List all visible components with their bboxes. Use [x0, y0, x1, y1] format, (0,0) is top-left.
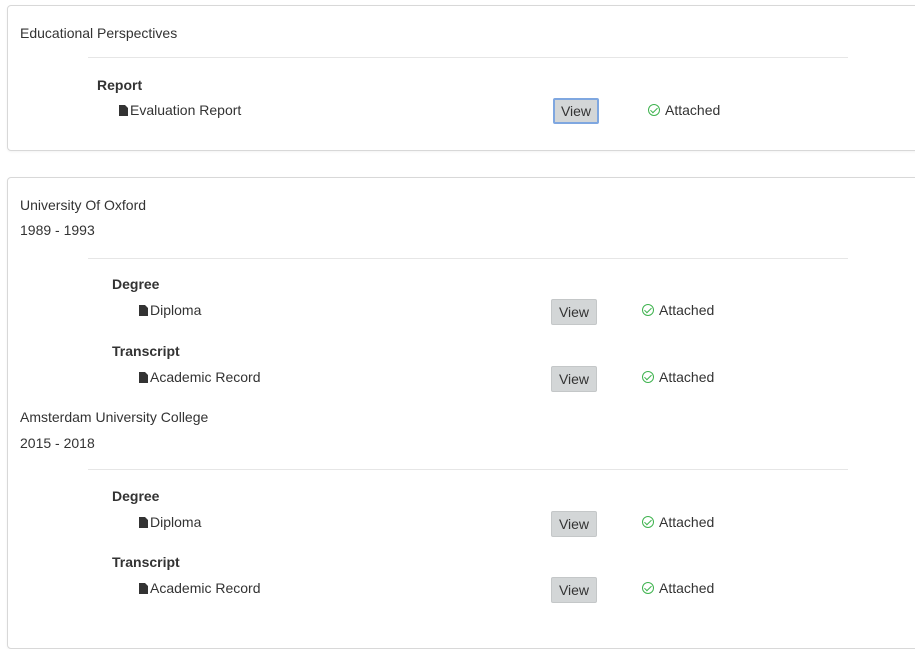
status-label: Attached: [659, 302, 715, 318]
check-circle-icon: [642, 516, 654, 528]
status-label: Attached: [659, 580, 715, 596]
institution-years: 2015 - 2018: [20, 435, 95, 451]
document-name: Academic Record: [150, 580, 261, 596]
divider: [88, 258, 848, 259]
check-circle-icon: [648, 104, 660, 116]
institution-years: 1989 - 1993: [20, 222, 95, 238]
view-academic-record-button[interactable]: View: [551, 366, 597, 392]
institution-name: University Of Oxford: [20, 197, 147, 213]
document-row: Academic Record: [139, 580, 261, 596]
divider: [88, 57, 848, 58]
view-diploma-button[interactable]: View: [551, 299, 597, 325]
file-icon: [139, 372, 148, 383]
file-icon: [139, 305, 148, 316]
check-circle-icon: [642, 371, 654, 383]
institution-name: Amsterdam University College: [20, 409, 209, 425]
check-circle-icon: [642, 582, 654, 594]
section-heading-report: Report: [97, 77, 143, 93]
institutions-panel: University Of Oxford 1989 - 1993 Degree …: [7, 177, 915, 649]
status-label: Attached: [665, 102, 721, 118]
status-label: Attached: [659, 514, 715, 530]
status-label: Attached: [659, 369, 715, 385]
document-name: Diploma: [150, 514, 202, 530]
status-attached: Attached: [642, 514, 714, 530]
view-academic-record-button[interactable]: View: [551, 577, 597, 603]
document-row: Academic Record: [139, 369, 261, 385]
status-attached: Attached: [642, 369, 714, 385]
file-icon: [139, 583, 148, 594]
section-heading-degree: Degree: [112, 488, 160, 504]
status-attached: Attached: [642, 580, 714, 596]
panel-title: Educational Perspectives: [20, 25, 178, 41]
file-icon: [139, 517, 148, 528]
document-name: Academic Record: [150, 369, 261, 385]
check-circle-icon: [642, 304, 654, 316]
section-heading-transcript: Transcript: [112, 554, 180, 570]
document-row: Evaluation Report: [119, 102, 241, 118]
view-diploma-button[interactable]: View: [551, 511, 597, 537]
document-name: Diploma: [150, 302, 202, 318]
view-evaluation-report-button[interactable]: View: [553, 98, 599, 124]
document-row: Diploma: [139, 514, 201, 530]
status-attached: Attached: [642, 302, 714, 318]
section-heading-degree: Degree: [112, 276, 160, 292]
section-heading-transcript: Transcript: [112, 343, 180, 359]
evaluation-panel: Educational Perspectives Report Evaluati…: [7, 5, 915, 151]
divider: [88, 469, 848, 470]
status-attached: Attached: [648, 102, 720, 118]
document-row: Diploma: [139, 302, 201, 318]
document-name: Evaluation Report: [130, 102, 242, 118]
file-icon: [119, 105, 128, 116]
